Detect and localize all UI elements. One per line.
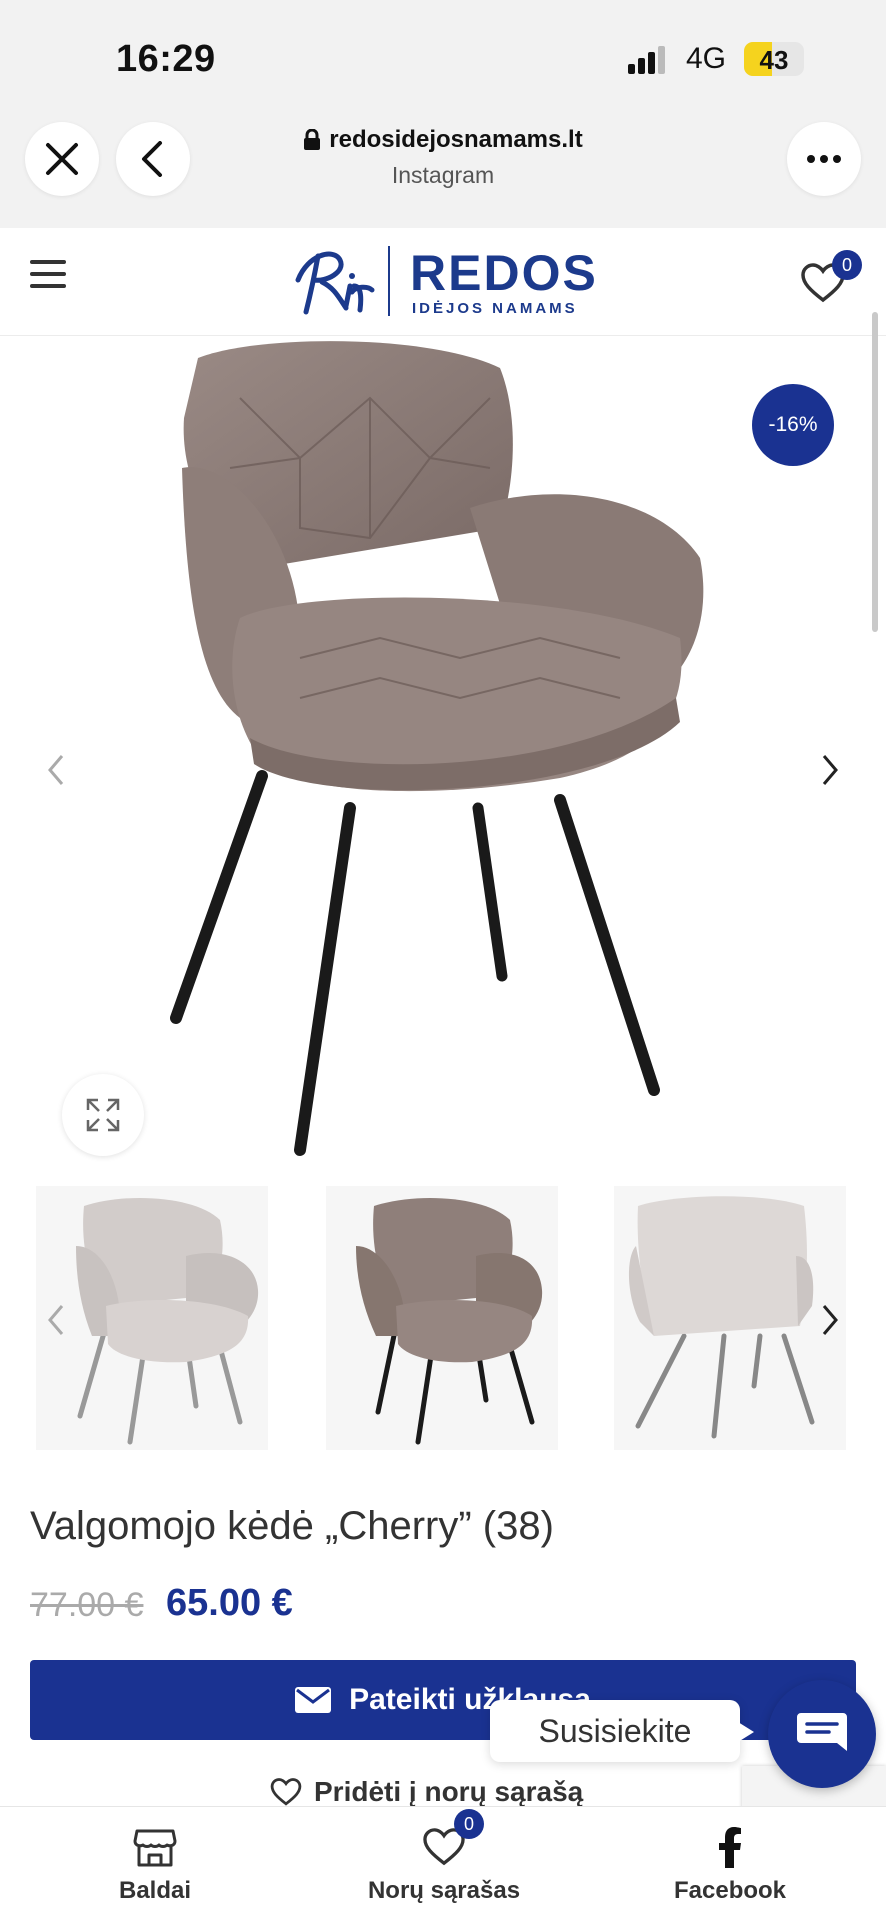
more-icon [807, 155, 841, 163]
close-icon [46, 143, 78, 175]
lock-icon [304, 129, 321, 150]
bottom-nav: Baldai 0 Norų sąrašas Facebook [0, 1806, 886, 1920]
thumbnails-prev-button[interactable] [36, 1300, 76, 1340]
nav-wishlist-count: 0 [454, 1809, 484, 1839]
heart-icon [270, 1778, 302, 1806]
logo-mark-icon [295, 251, 375, 315]
nav-furniture-label: Baldai [118, 1877, 192, 1904]
nav-wishlist[interactable]: 0 Norų sąrašas [356, 1807, 532, 1920]
network-type: 4G [686, 42, 727, 75]
browser-bar: redosidejosnamams.lt Instagram [0, 110, 886, 228]
old-price: 77.00 € [30, 1586, 144, 1624]
close-button[interactable] [25, 122, 99, 196]
chat-button[interactable] [768, 1680, 876, 1788]
brand-tagline: IDĖJOS NAMAMS [412, 300, 578, 317]
header-wishlist-button[interactable]: 0 [800, 250, 862, 310]
thumbnails-next-button[interactable] [810, 1300, 850, 1340]
store-icon [133, 1829, 177, 1867]
product-title: Valgomojo kėdė „Cherry” (38) [30, 1504, 554, 1548]
expand-icon [86, 1098, 120, 1132]
status-time: 16:29 [116, 38, 216, 80]
envelope-icon [295, 1687, 332, 1713]
nav-furniture[interactable]: Baldai [90, 1807, 220, 1920]
add-to-wishlist-link[interactable]: Pridėti į norų sąrašą [270, 1776, 583, 1808]
image-prev-button[interactable] [36, 750, 76, 790]
battery-icon: 43 [744, 42, 804, 76]
chevron-left-icon [48, 755, 64, 785]
thumbnail-brown-front[interactable] [326, 1186, 558, 1450]
nav-facebook[interactable]: Facebook [660, 1807, 800, 1920]
chevron-right-icon [822, 755, 838, 785]
battery-level: 43 [759, 45, 789, 75]
add-to-wishlist-label: Pridėti į norų sąrašą [314, 1776, 584, 1807]
current-price: 65.00 € [166, 1582, 293, 1624]
status-bar: 16:29 4G 43 [0, 0, 886, 110]
facebook-icon [719, 1827, 741, 1868]
nav-facebook-label: Facebook [673, 1877, 787, 1904]
zoom-button[interactable] [62, 1074, 144, 1156]
chat-icon [797, 1713, 847, 1751]
product-main-image[interactable] [0, 338, 886, 1168]
header-wishlist-count: 0 [832, 250, 862, 280]
back-button[interactable] [116, 122, 190, 196]
chair-thumbnail [326, 1186, 558, 1450]
brand-name: REDOS [410, 245, 598, 301]
site-header: REDOS IDĖJOS NAMAMS 0 [0, 228, 886, 336]
chevron-right-icon [822, 1305, 838, 1335]
more-button[interactable] [787, 122, 861, 196]
address-bar[interactable]: redosidejosnamams.lt Instagram [220, 126, 666, 189]
thumbnail-strip [0, 1186, 886, 1456]
image-next-button[interactable] [810, 750, 850, 790]
nav-wishlist-label: Norų sąrašas [367, 1877, 521, 1904]
chair-image [170, 341, 704, 1156]
contact-bubble[interactable]: Susisiekite [490, 1700, 754, 1762]
url-text: redosidejosnamams.lt [329, 126, 583, 153]
logo[interactable]: REDOS IDĖJOS NAMAMS [288, 234, 608, 324]
url-source: Instagram [391, 162, 495, 188]
signal-icon [628, 46, 668, 74]
chevron-left-icon [142, 141, 162, 177]
chevron-left-icon [48, 1305, 64, 1335]
discount-badge: -16% [752, 384, 834, 466]
menu-icon[interactable] [30, 260, 66, 288]
